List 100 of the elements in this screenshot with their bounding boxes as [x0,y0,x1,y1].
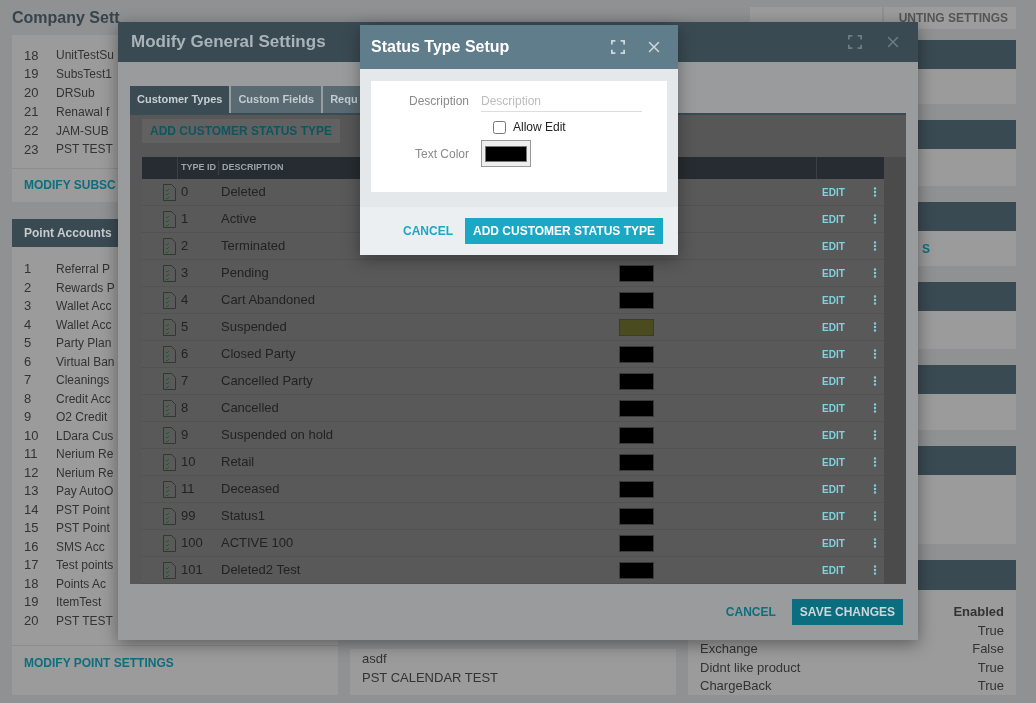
modify-point-settings-link[interactable]: MODIFY POINT SETTINGS [24,654,174,673]
add-status-type-button[interactable]: ADD CUSTOMER STATUS TYPE [465,218,663,244]
reason-name: ChargeBack [700,677,772,695]
calendar-name: asdf [362,650,388,668]
tab[interactable]: Customer Types [130,86,230,113]
point-account-name: Rewards P [56,279,115,297]
save-changes-button[interactable]: SAVE CHANGES [791,599,903,625]
edit-link[interactable]: EDIT [822,400,845,416]
reason-value: True [977,658,1004,677]
cancel-button[interactable]: CANCEL [725,603,776,621]
edit-link[interactable]: EDIT [822,535,845,551]
field-label: Description [407,93,470,110]
edit-link[interactable]: EDIT [822,373,845,389]
row-number: 3 [23,297,33,316]
point-account-name: Pay AutoO [56,483,114,501]
reason-name: Exchange [700,640,758,658]
tab[interactable]: Custom Fields [231,86,322,113]
allow-edit-checkbox[interactable] [493,120,506,134]
row-number: 19 [23,65,40,84]
status-description: Status1 [220,507,267,526]
row-number: 6 [23,352,33,371]
checklist-document-icon [163,372,176,390]
calendar-name: PST CALENDAR TEST [362,669,500,687]
row-number: 9 [23,408,33,427]
subscription-name: Renawal f [56,103,110,121]
card-link[interactable]: S [922,239,930,258]
row-number: 8 [23,389,33,408]
checklist-document-icon [163,237,176,255]
checklist-document-icon [163,507,176,525]
row-number: 17 [23,556,40,575]
edit-link[interactable]: EDIT [822,346,845,362]
row-number: 10 [23,426,40,445]
row-number: 13 [23,482,40,501]
page-title: Company Sett [12,7,120,28]
edit-link[interactable]: EDIT [822,562,845,578]
point-account-name: Credit Acc [56,390,111,408]
edit-link[interactable]: EDIT [822,481,845,497]
edit-link[interactable]: EDIT [822,184,845,200]
checklist-document-icon [163,345,176,363]
checkbox-label: Allow Edit [513,119,566,136]
point-account-name: Nerium Re [56,446,114,464]
row-number: 21 [23,103,40,122]
checklist-document-icon [163,399,176,417]
row-number: 15 [23,519,40,538]
reason-name: Didnt like product [700,658,801,677]
point-account-name: PST TEST [56,612,113,630]
subscription-name: PST TEST [56,141,113,159]
point-account-name: PST Point [56,501,110,519]
subscription-name: SubsTest1 [56,66,113,84]
checklist-document-icon [163,318,176,336]
row-number: 4 [23,315,33,334]
point-account-name: Party Plan [56,335,112,353]
modal-title: Status Type Setup [371,37,510,57]
point-account-name: Wallet Acc [56,316,112,334]
point-account-name: SMS Acc [56,538,105,556]
row-number: 16 [23,537,40,556]
checklist-document-icon [163,264,176,282]
subscription-name: JAM-SUB [56,122,109,140]
point-account-name: Referral P [56,261,111,279]
field-label: Text Color [413,145,470,163]
point-account-name: ItemTest [56,594,102,612]
edit-link[interactable]: EDIT [822,265,845,281]
edit-link[interactable]: EDIT [822,211,845,227]
point-account-name: Points Ac [56,575,107,593]
point-account-name: Virtual Ban [56,353,115,371]
row-number: 18 [23,46,40,65]
subscription-name: DRSub [56,85,95,102]
status-description: Closed Party [220,345,297,364]
point-account-name: LDara Cus [56,427,114,445]
edit-link[interactable]: EDIT [822,238,845,254]
checklist-document-icon [163,291,176,309]
expand-icon[interactable] [848,35,862,49]
description-field[interactable]: Description [481,90,642,112]
edit-link[interactable]: EDIT [822,454,845,470]
color-picker[interactable] [481,140,531,167]
row-number: 23 [23,140,40,159]
edit-link[interactable]: EDIT [822,292,845,308]
status-description: Suspended [220,318,288,337]
row-number: 22 [23,121,40,140]
point-account-name: Cleanings [56,372,110,390]
checklist-document-icon [163,561,176,579]
row-number: 7 [23,371,33,390]
checklist-document-icon [163,426,176,444]
cancel-button[interactable]: CANCEL [403,222,453,240]
checklist-document-icon [163,183,176,201]
reason-value: True [977,677,1004,695]
settings-tab-button[interactable]: UNTING SETTINGS [884,6,1016,29]
modify-subscriptions-link[interactable]: MODIFY SUBSC [24,176,116,195]
edit-link[interactable]: EDIT [822,508,845,524]
reason-value: False [972,640,1004,658]
point-account-name: O2 Credit [56,409,108,427]
row-number: 2 [23,278,33,297]
row-number: 20 [23,611,40,630]
point-account-name: Nerium Re [56,464,114,482]
edit-link[interactable]: EDIT [822,427,845,443]
edit-link[interactable]: EDIT [822,319,845,335]
row-number: 18 [23,574,40,593]
point-account-name: Test points [56,557,114,575]
checklist-document-icon [163,453,176,471]
row-number: 12 [23,463,40,482]
